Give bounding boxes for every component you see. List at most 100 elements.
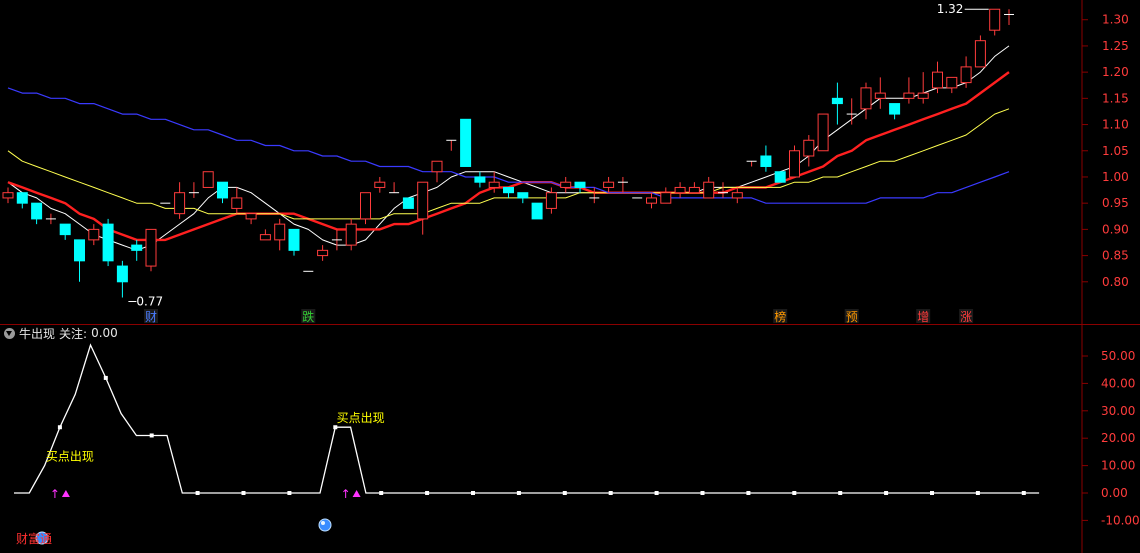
candle-body <box>874 92 886 99</box>
candle-body <box>131 244 143 251</box>
candle-body <box>460 118 472 167</box>
candle-body <box>16 192 28 204</box>
candle <box>846 98 857 125</box>
candle <box>774 171 786 183</box>
candle-body <box>646 197 657 204</box>
candle-body <box>889 103 901 115</box>
y-tick-label: 1.25 <box>1102 39 1129 53</box>
candle-body <box>31 202 43 220</box>
candle-body <box>860 87 872 110</box>
event-label: 预 <box>846 310 858 324</box>
indicator-marker <box>562 491 567 495</box>
candle <box>231 187 243 214</box>
candle <box>560 176 572 193</box>
candle <box>360 192 371 225</box>
candle-body <box>59 223 71 236</box>
candle-body <box>803 139 815 157</box>
indicator-marker <box>195 491 200 495</box>
collapse-icon[interactable] <box>4 327 15 339</box>
y-tick-label: 1.10 <box>1102 118 1129 132</box>
candle-body <box>402 197 414 209</box>
candle <box>288 228 300 256</box>
candle <box>59 223 71 240</box>
candle-body <box>946 76 958 89</box>
indicator-marker <box>287 491 292 495</box>
indicator-marker <box>1021 491 1026 495</box>
candle-body <box>603 181 615 188</box>
indicator-marker <box>608 491 613 495</box>
candle <box>16 192 28 209</box>
candle-body <box>217 181 228 199</box>
candle <box>603 176 615 193</box>
y-tick-label: 0.80 <box>1102 275 1129 289</box>
candle-body <box>688 186 700 194</box>
candle <box>760 145 772 172</box>
candle <box>331 229 342 251</box>
ma10-line <box>7 71 1010 242</box>
indicator-marker <box>975 491 980 495</box>
candle-body <box>145 228 157 267</box>
candle-body <box>431 160 443 173</box>
candle <box>102 218 114 267</box>
candle-body <box>960 66 972 84</box>
candle <box>503 186 514 198</box>
candle-body <box>2 192 14 199</box>
focus-label: 关注: <box>59 326 88 341</box>
candle-body <box>932 71 943 89</box>
low-annotation: 0.77 <box>136 295 163 309</box>
event-label: 跌 <box>302 309 314 324</box>
candle <box>917 72 929 104</box>
candle-body <box>374 181 386 188</box>
indicator-marker <box>425 491 430 495</box>
indicator-marker <box>930 491 934 495</box>
candle <box>174 182 186 219</box>
candle <box>389 182 400 194</box>
y-tick-label: 30.00 <box>1101 404 1135 418</box>
candle <box>989 8 1001 36</box>
candle-body <box>531 202 543 220</box>
candle <box>431 160 443 183</box>
candle-body <box>88 228 100 241</box>
candle-body <box>274 223 286 241</box>
candle-body <box>288 228 300 251</box>
candle-body <box>560 181 572 188</box>
candle <box>31 202 43 225</box>
indicator-marker <box>333 425 338 430</box>
candle <box>860 82 872 120</box>
candle-body <box>474 176 486 183</box>
high-annotation: 1.32 <box>937 2 964 16</box>
indicator-marker <box>884 491 889 495</box>
y-tick-label: 1.30 <box>1102 13 1129 27</box>
event-label: 增 <box>917 310 929 324</box>
y-tick-label: 20.00 <box>1101 431 1135 445</box>
candle-body <box>660 192 672 204</box>
candle-body <box>417 181 429 220</box>
indicator-marker <box>516 491 521 495</box>
up-triangle-icon <box>61 490 70 497</box>
bubble-highlight <box>321 521 325 525</box>
up-triangle-icon <box>352 490 361 497</box>
candle <box>217 181 228 204</box>
candle-body <box>917 92 929 99</box>
y-tick-label: 40.00 <box>1101 376 1135 390</box>
indicator-marker <box>700 491 705 495</box>
candle <box>718 182 728 198</box>
candle <box>803 135 815 167</box>
y-tick-label: 50.00 <box>1101 349 1135 363</box>
candle <box>974 35 986 68</box>
indicator-marker <box>379 491 384 495</box>
candle <box>460 118 472 167</box>
candle <box>317 245 329 261</box>
candle-body <box>503 186 514 194</box>
candle-body <box>231 197 243 209</box>
candle-body <box>574 181 586 188</box>
candle <box>446 139 457 151</box>
candle-body <box>789 150 800 178</box>
candle <box>674 182 686 198</box>
bottom-label: 财富通 <box>16 531 52 546</box>
indicator-pane: -10.000.0010.0020.0030.0040.0050.00买点出现买… <box>14 343 1140 546</box>
y-tick-label: -10.00 <box>1101 513 1140 527</box>
candle-body <box>774 171 786 183</box>
candle-body <box>903 92 915 99</box>
y-tick-label: 1.05 <box>1102 144 1129 158</box>
